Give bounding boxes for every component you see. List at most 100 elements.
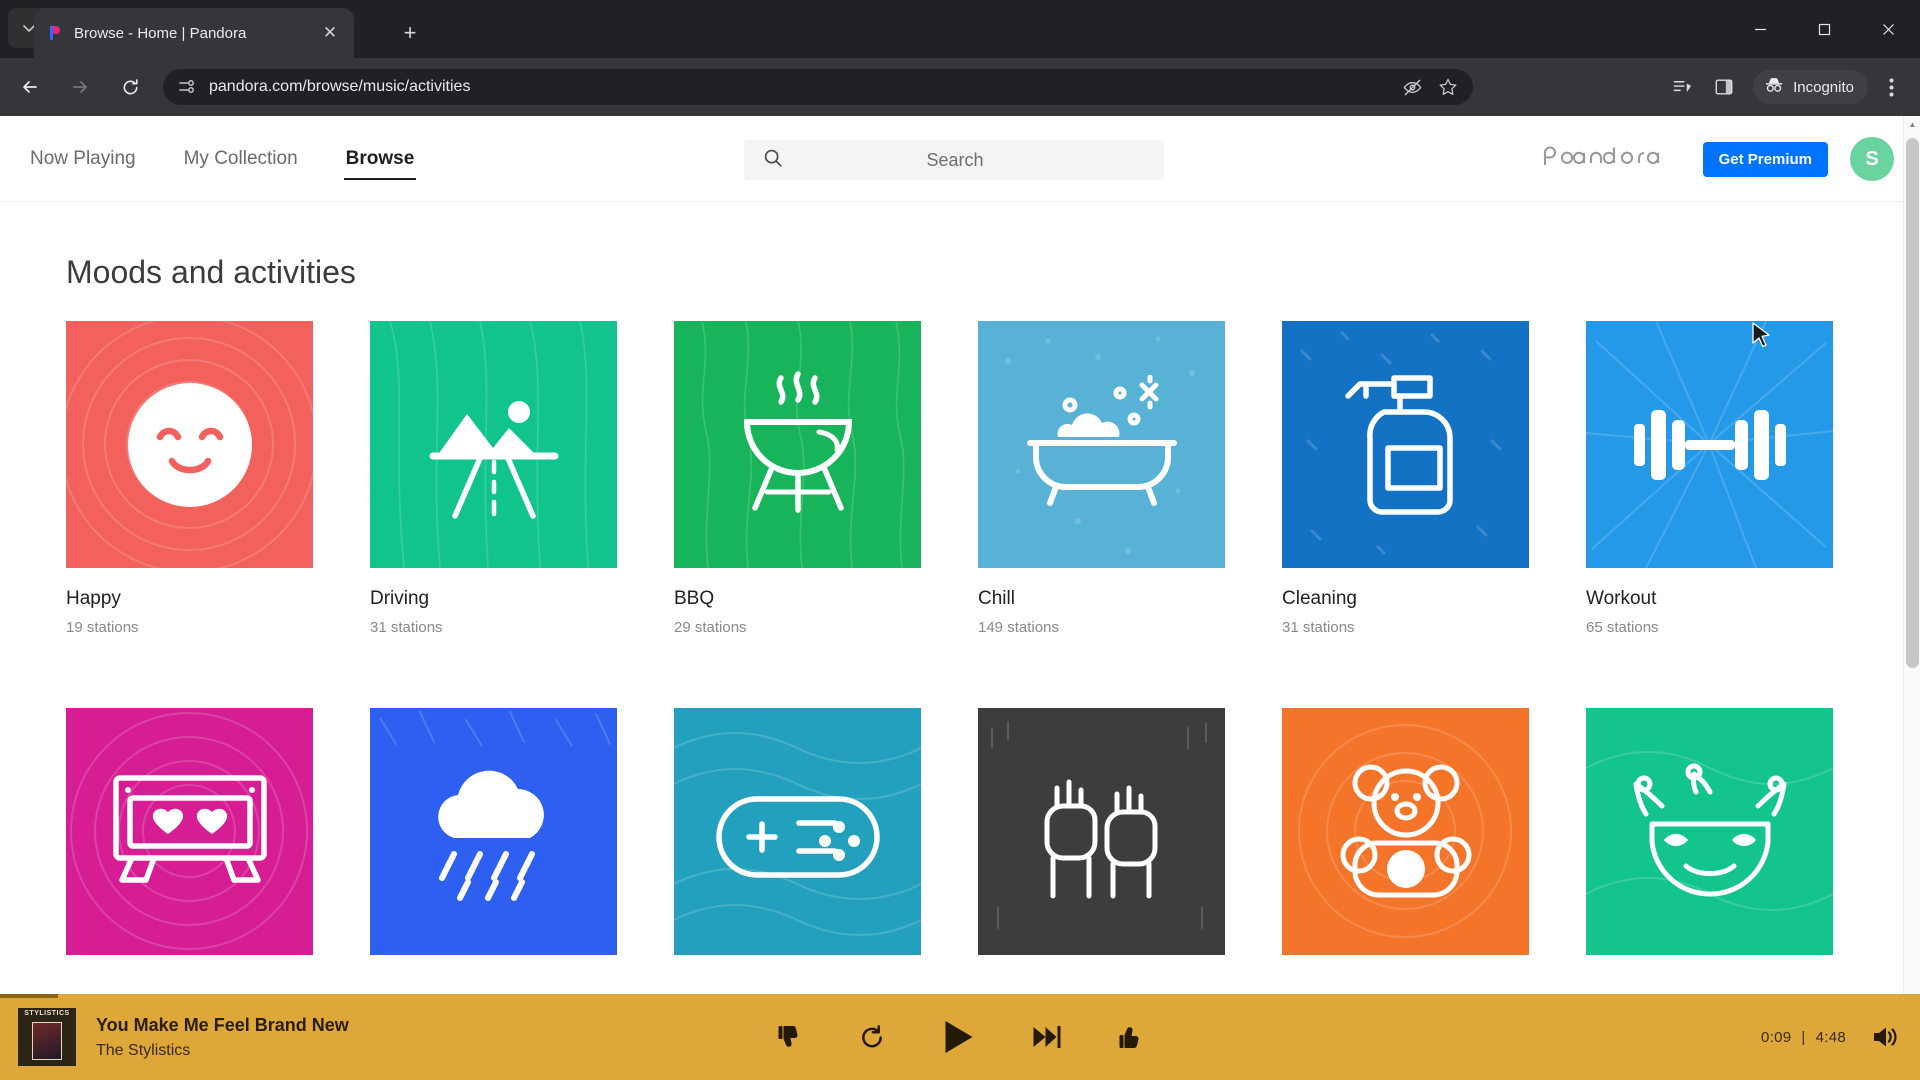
- tile-rainy-day[interactable]: [370, 708, 617, 975]
- track-info: You Make Me Feel Brand New The Stylistic…: [96, 1015, 349, 1060]
- mouse-cursor: [1752, 322, 1772, 355]
- player-right-controls: 0:09 | 4:48: [1761, 1025, 1898, 1049]
- page-title: Moods and activities: [66, 254, 356, 290]
- forward-arrow-icon[interactable]: [60, 67, 100, 107]
- tile-label: Happy: [66, 588, 121, 609]
- incognito-indicator[interactable]: Incognito: [1753, 70, 1868, 104]
- play-button[interactable]: [942, 1019, 976, 1055]
- tile-label: BBQ: [674, 588, 715, 609]
- scrollbar-thumb[interactable]: [1906, 138, 1919, 668]
- skip-next-button[interactable]: [1032, 1024, 1062, 1050]
- tile-protest[interactable]: [978, 708, 1225, 975]
- side-panel-icon[interactable]: [1705, 68, 1743, 106]
- album-art-label: STYLISTICS: [24, 1010, 70, 1017]
- playback-progress-bar[interactable]: [0, 994, 58, 998]
- track-artist: The Stylistics: [96, 1041, 191, 1059]
- tile-station-count: 31 stations: [370, 619, 443, 636]
- incognito-label: Incognito: [1793, 78, 1854, 96]
- tile-artwork: [66, 321, 313, 568]
- tile-label: Cleaning: [1282, 588, 1357, 609]
- tile-kids[interactable]: [1282, 708, 1529, 975]
- url-text: pandora.com/browse/music/activities: [209, 78, 471, 95]
- tab-close-icon[interactable]: ✕: [318, 21, 342, 45]
- tile-artwork: [370, 708, 617, 955]
- total-duration: 4:48: [1815, 1028, 1846, 1046]
- mountain-road-icon: [429, 400, 558, 519]
- tile-artwork: [370, 321, 617, 568]
- back-arrow-icon[interactable]: [10, 67, 50, 107]
- time-separator: |: [1801, 1028, 1806, 1046]
- replay-button[interactable]: [859, 1024, 886, 1051]
- tile-comedy[interactable]: [1586, 708, 1833, 975]
- tile-workout[interactable]: Workout 65 stations: [1586, 321, 1833, 636]
- tile-artwork: [978, 708, 1225, 955]
- dumbbell-icon: [1633, 409, 1786, 480]
- avatar[interactable]: S: [1850, 137, 1894, 181]
- grid-row-spacer: [66, 636, 1854, 708]
- tile-artwork: [1282, 708, 1529, 955]
- new-tab-button[interactable]: +: [395, 18, 425, 48]
- album-art: STYLISTICS: [18, 1008, 76, 1066]
- album-art-image: [32, 1022, 62, 1060]
- get-premium-button[interactable]: Get Premium: [1702, 141, 1828, 177]
- tile-happy[interactable]: Happy 19 stations: [66, 321, 313, 636]
- thumbs-up-button[interactable]: [1118, 1024, 1144, 1050]
- primary-nav: Now Playing My Collection Browse: [28, 116, 416, 202]
- omnibox-actions: [1397, 69, 1463, 105]
- raised-fists-icon: [1044, 779, 1157, 898]
- elapsed-time: 0:09: [1760, 1028, 1792, 1046]
- reading-list-icon[interactable]: [1663, 68, 1701, 106]
- tile-station-count: 19 stations: [66, 619, 139, 636]
- grill-icon: [743, 370, 852, 513]
- reload-icon[interactable]: [110, 67, 150, 107]
- site-settings-icon[interactable]: [177, 77, 197, 97]
- nav-item-now-playing[interactable]: Now Playing: [28, 142, 138, 176]
- tile-chill[interactable]: Chill 149 stations: [978, 321, 1225, 636]
- spray-bottle-icon: [1344, 374, 1453, 515]
- address-bar[interactable]: pandora.com/browse/music/activities: [163, 69, 1473, 105]
- header-actions: Get Premium S: [1541, 116, 1894, 202]
- search-icon: [762, 147, 784, 174]
- nav-item-my-collection[interactable]: My Collection: [182, 142, 300, 176]
- browser-toolbar: pandora.com/browse/music/activities Inco…: [0, 58, 1920, 116]
- nav-item-browse[interactable]: Browse: [343, 142, 417, 180]
- tile-label: Chill: [978, 588, 1015, 609]
- star-icon[interactable]: [1433, 72, 1463, 102]
- tile-grid-row-2: [66, 708, 1854, 975]
- three-dot-menu-icon[interactable]: [1872, 68, 1910, 106]
- gamepad-icon: [715, 795, 880, 878]
- tile-love[interactable]: [66, 708, 313, 975]
- browser-tab-strip: Browse - Home | Pandora ✕ +: [0, 0, 1920, 58]
- tile-label: Driving: [370, 588, 430, 609]
- incognito-icon: [1763, 74, 1785, 100]
- now-playing-bar: STYLISTICS You Make Me Feel Brand New Th…: [0, 994, 1920, 1080]
- browser-tab[interactable]: Browse - Home | Pandora ✕: [34, 8, 354, 58]
- volume-button[interactable]: [1872, 1025, 1898, 1049]
- tile-driving[interactable]: Driving 31 stations: [370, 321, 617, 636]
- scroll-up-icon[interactable]: ▲: [1904, 116, 1920, 133]
- page-viewport: Now Playing My Collection Browse Search: [0, 116, 1920, 1080]
- tile-station-count: 65 stations: [1586, 619, 1659, 636]
- window-minimize-button[interactable]: [1728, 0, 1792, 58]
- tile-artwork: [1282, 321, 1529, 568]
- tile-station-count: 31 stations: [1282, 619, 1355, 636]
- window-controls: [1728, 0, 1920, 58]
- tile-cleaning[interactable]: Cleaning 31 stations: [1282, 321, 1529, 636]
- window-close-button[interactable]: [1856, 0, 1920, 58]
- tile-grid-row-1: Happy 19 stations Driving 31 stations BB…: [66, 321, 1854, 636]
- page-scrollbar[interactable]: ▲ ▼: [1903, 116, 1920, 1080]
- thumbs-down-button[interactable]: [777, 1024, 803, 1050]
- tile-artwork: [66, 708, 313, 955]
- jester-mask-icon: [1633, 763, 1786, 897]
- bathtub-icon: [1026, 374, 1177, 506]
- pandora-header: Now Playing My Collection Browse Search: [0, 116, 1920, 202]
- teddy-bear-icon: [1340, 764, 1471, 897]
- browse-content: Moods and activities Happy 19 stations D…: [0, 202, 1920, 1080]
- tile-artwork: [978, 321, 1225, 568]
- tile-bbq[interactable]: BBQ 29 stations: [674, 321, 921, 636]
- search-input[interactable]: Search: [744, 140, 1164, 180]
- tile-gaming[interactable]: [674, 708, 921, 975]
- window-maximize-button[interactable]: [1792, 0, 1856, 58]
- eye-off-icon[interactable]: [1397, 72, 1427, 102]
- tile-artwork: [1586, 321, 1833, 568]
